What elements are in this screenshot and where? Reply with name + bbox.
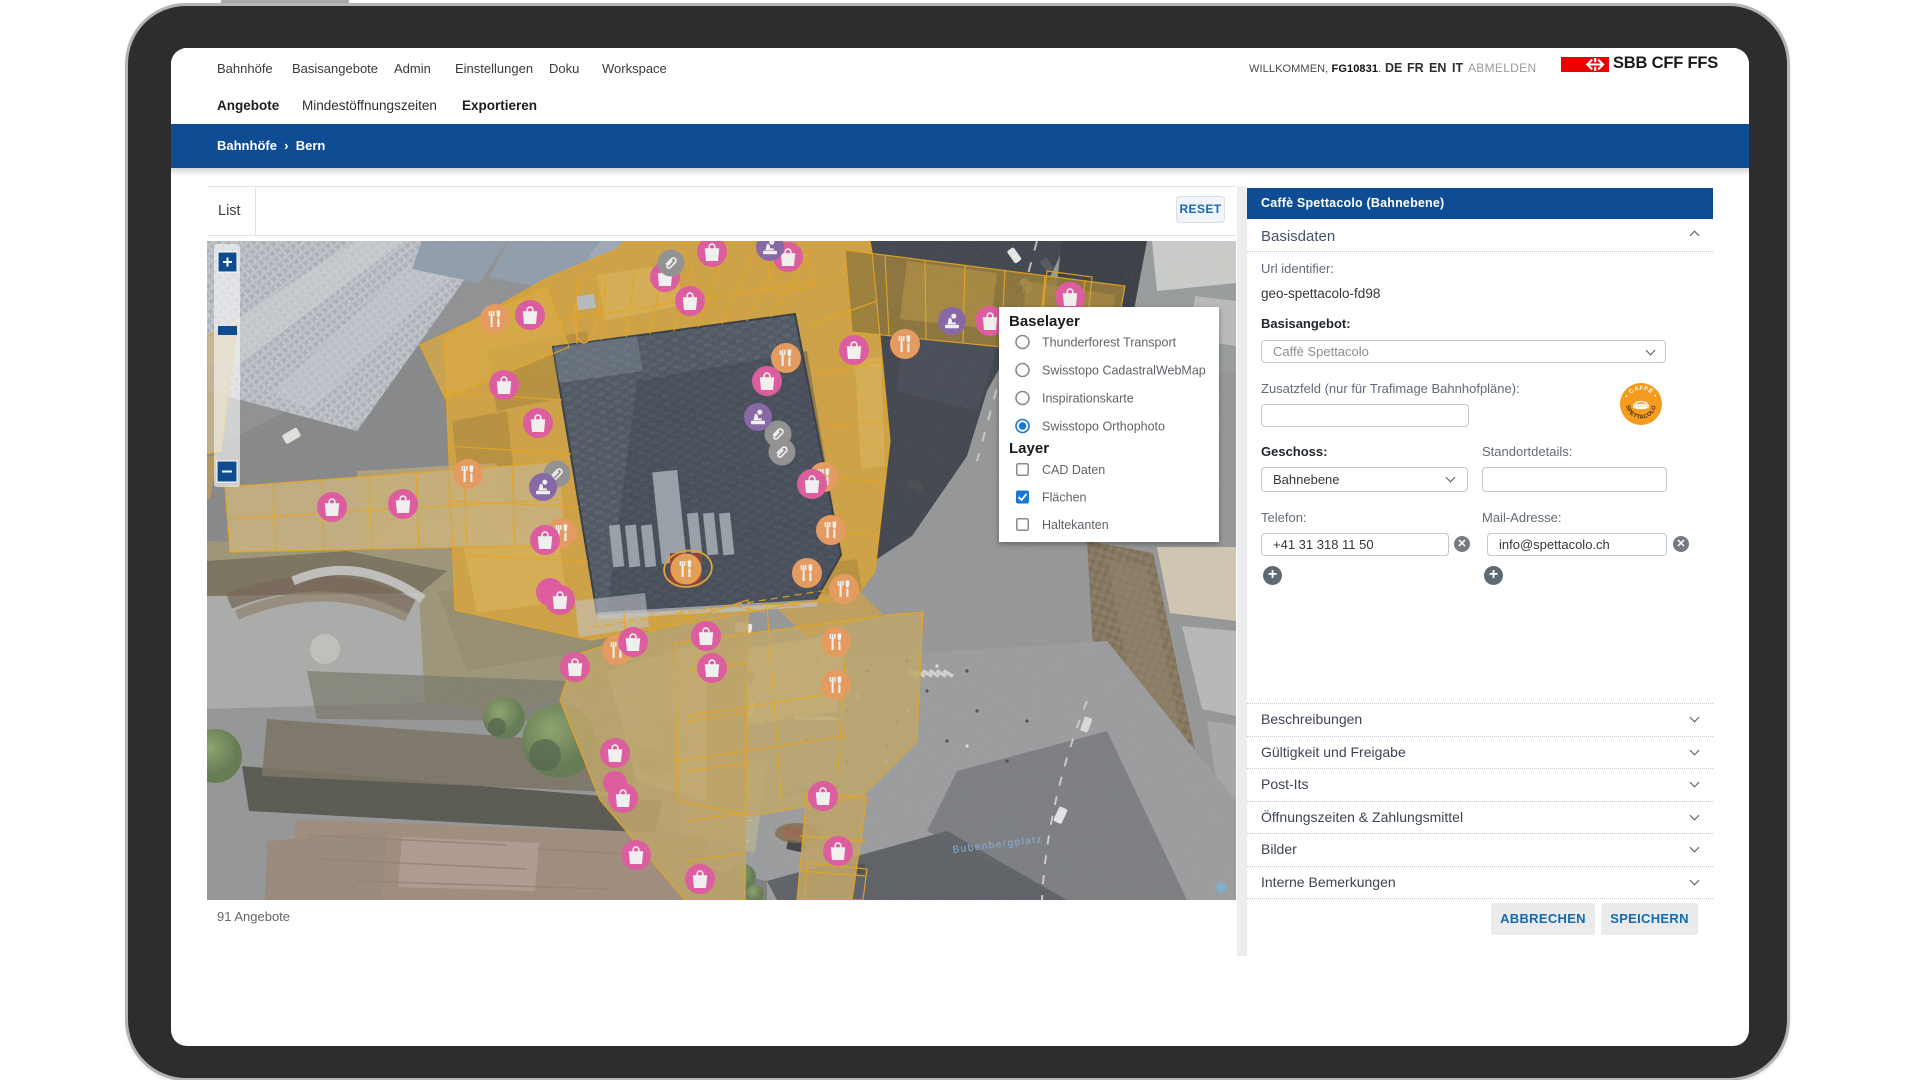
svg-text:Haltekanten: Haltekanten (1042, 518, 1109, 532)
svg-text:Swisstopo Orthophoto: Swisstopo Orthophoto (1042, 420, 1165, 434)
svg-text:Layer: Layer (1009, 440, 1049, 457)
svg-text:Thunderforest Transport: Thunderforest Transport (1042, 336, 1177, 350)
svg-text:Swisstopo CadastralWebMap: Swisstopo CadastralWebMap (1042, 364, 1206, 378)
svg-text:Inspirationskarte: Inspirationskarte (1042, 392, 1134, 406)
svg-text:Flächen: Flächen (1042, 491, 1087, 505)
svg-text:CAD Daten: CAD Daten (1042, 463, 1105, 477)
svg-text:Baselayer: Baselayer (1009, 313, 1080, 330)
